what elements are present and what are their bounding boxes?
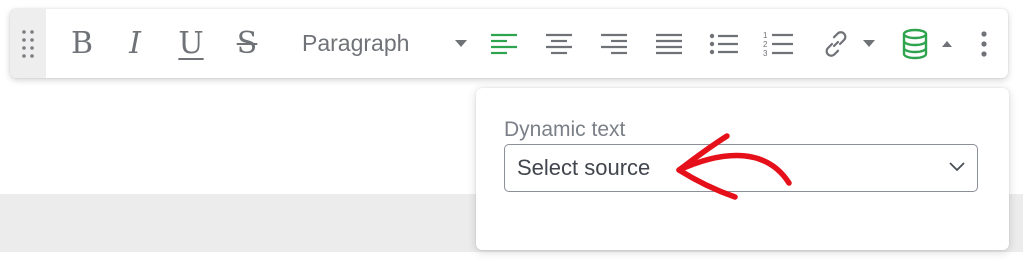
align-center-icon bbox=[546, 33, 572, 54]
bulleted-list-button[interactable] bbox=[707, 9, 741, 78]
source-select[interactable]: Select source bbox=[504, 144, 978, 192]
more-vertical-icon bbox=[981, 30, 987, 57]
strikethrough-button[interactable]: S bbox=[230, 9, 264, 78]
caret-down-icon bbox=[455, 40, 467, 47]
italic-icon: I bbox=[129, 25, 141, 61]
strikethrough-icon: S bbox=[236, 25, 258, 61]
dynamic-text-popover: Dynamic text Select source bbox=[476, 88, 1009, 250]
drag-handle[interactable] bbox=[10, 9, 46, 78]
text-editor-toolbar: B I U S Paragraph 1 2 3 bbox=[10, 9, 1008, 78]
bulleted-list-icon bbox=[709, 33, 738, 54]
numbered-list-icon: 1 2 3 bbox=[763, 31, 793, 58]
align-left-icon bbox=[491, 33, 517, 54]
numbered-list-numeral: 2 bbox=[763, 40, 768, 49]
italic-button[interactable]: I bbox=[118, 9, 152, 78]
chevron-down-icon bbox=[949, 162, 965, 171]
drag-handle-icon bbox=[22, 29, 34, 58]
paragraph-format-select[interactable]: Paragraph bbox=[300, 9, 476, 78]
numbered-list-numeral: 1 bbox=[763, 31, 768, 40]
underline-button[interactable]: U bbox=[174, 9, 208, 78]
align-justify-button[interactable] bbox=[652, 9, 686, 78]
dynamic-data-button[interactable] bbox=[896, 9, 958, 78]
underline-icon: U bbox=[178, 25, 204, 61]
numbered-list-numeral: 3 bbox=[763, 49, 768, 58]
align-left-button[interactable] bbox=[487, 9, 521, 78]
bold-button[interactable]: B bbox=[65, 9, 99, 78]
more-options-button[interactable] bbox=[972, 9, 996, 78]
align-justify-icon bbox=[656, 33, 682, 54]
numbered-list-button[interactable]: 1 2 3 bbox=[760, 9, 796, 78]
paragraph-format-value: Paragraph bbox=[302, 30, 410, 56]
caret-up-icon bbox=[942, 40, 952, 47]
align-right-button[interactable] bbox=[597, 9, 631, 78]
source-select-value: Select source bbox=[517, 155, 651, 180]
align-center-button[interactable] bbox=[542, 9, 576, 78]
link-button[interactable] bbox=[816, 9, 880, 78]
caret-down-icon bbox=[863, 40, 875, 47]
align-right-icon bbox=[601, 33, 627, 54]
database-icon bbox=[902, 28, 928, 59]
dynamic-text-label: Dynamic text bbox=[504, 118, 626, 141]
bold-icon: B bbox=[70, 25, 94, 61]
link-icon bbox=[825, 30, 847, 57]
